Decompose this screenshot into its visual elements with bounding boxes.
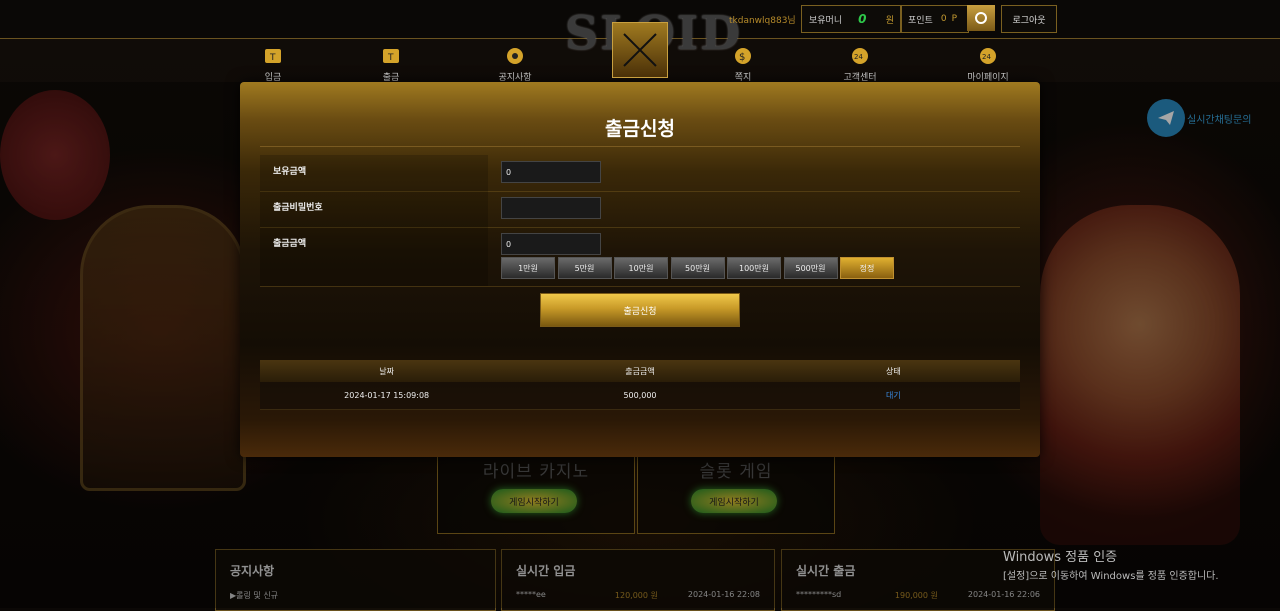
coin-icon: T [265, 49, 281, 63]
svg-text:T: T [269, 53, 276, 63]
amount-1m-button[interactable]: 100만원 [727, 257, 781, 279]
nav-notice[interactable]: 공지사항 [475, 46, 555, 83]
point-label: 포인트 [908, 15, 933, 26]
amount-500k-button[interactable]: 50만원 [670, 257, 725, 279]
svg-text:24: 24 [982, 53, 991, 61]
point-unit: P [951, 14, 958, 24]
modal-title: 출금신청 [605, 118, 675, 140]
balance-label: 보유금액 [273, 167, 307, 177]
row-amount: 500,000 [623, 391, 657, 400]
amount-100k-button[interactable]: 10만원 [614, 257, 668, 279]
coin-out-icon: T [383, 49, 399, 63]
amount-label: 출금금액 [273, 239, 307, 249]
balance-row: 보유금액 [260, 155, 1020, 192]
balance-input[interactable] [501, 161, 601, 183]
modal-close-button[interactable] [612, 22, 668, 78]
logout-button[interactable]: 로그아웃 [1001, 5, 1057, 33]
row-status: 대기 [885, 391, 901, 400]
username: tkdanwlq883님 [729, 16, 796, 26]
withdraw-submit-button[interactable]: 출금신청 [540, 293, 740, 327]
refresh-button[interactable] [967, 5, 995, 31]
password-row: 출금비밀번호 [260, 191, 1020, 228]
amount-5m-button[interactable]: 500만원 [783, 257, 838, 279]
amount-10k-button[interactable]: 1만원 [501, 257, 555, 279]
money-label: 보유머니 [809, 15, 843, 26]
amount-50k-button[interactable]: 5만원 [557, 257, 612, 279]
svg-text:$: $ [739, 52, 745, 63]
close-icon [623, 33, 657, 67]
amount-button-group: 1만원 5만원 10만원 50만원 100만원 500만원 정정 [501, 257, 897, 279]
point-value: 0 [940, 14, 947, 24]
nav-support[interactable]: 24 고객센터 [820, 46, 900, 83]
point-display: 포인트 0 P [901, 5, 969, 33]
password-label: 출금비밀번호 [273, 203, 323, 213]
nav-mypage[interactable]: 24 마이페이지 [948, 46, 1028, 83]
mypage-24-icon: 24 [980, 48, 996, 64]
money-display: 보유머니 0 원 [801, 5, 901, 33]
table-header: 날짜 출금금액 상태 [260, 360, 1020, 382]
refresh-icon [975, 12, 987, 24]
header-amount: 출금금액 [625, 366, 655, 376]
row-date: 2024-01-17 15:09:08 [344, 391, 430, 400]
amount-row: 출금금액 1만원 5만원 10만원 50만원 100만원 500만원 정정 [260, 227, 1020, 287]
nav-deposit[interactable]: T 입금 [233, 46, 313, 83]
svg-text:T: T [387, 53, 394, 63]
amount-reset-button[interactable]: 정정 [840, 257, 894, 279]
message-icon: $ [735, 48, 751, 64]
windows-activation-watermark: Windows 정품 인증 [설정]으로 이동하여 Windows를 정품 인증… [1003, 546, 1219, 582]
withdraw-modal: 출금신청 보유금액 출금비밀번호 출금금액 1만원 5만원 10만원 50만원 … [240, 82, 1040, 457]
money-value: 0 [858, 12, 867, 26]
table-row: 2024-01-17 15:09:08 500,000 대기 [260, 382, 1020, 410]
divider [260, 146, 1020, 147]
support-24-icon: 24 [852, 48, 868, 64]
svg-text:24: 24 [854, 53, 863, 61]
watermark-subtitle: [설정]으로 이동하여 Windows를 정품 인증합니다. [1003, 571, 1219, 582]
notice-icon [507, 48, 523, 64]
header-date: 날짜 [379, 366, 395, 376]
money-unit: 원 [885, 15, 894, 26]
header-status: 상태 [885, 366, 901, 376]
withdraw-amount-input[interactable] [501, 233, 601, 255]
withdraw-password-input[interactable] [501, 197, 601, 219]
watermark-title: Windows 정품 인증 [1003, 550, 1118, 565]
nav-withdraw[interactable]: T 출금 [351, 46, 431, 83]
nav-message[interactable]: $ 쪽지 [703, 46, 783, 83]
withdraw-history-table: 날짜 출금금액 상태 2024-01-17 15:09:08 500,000 대… [260, 360, 1020, 410]
